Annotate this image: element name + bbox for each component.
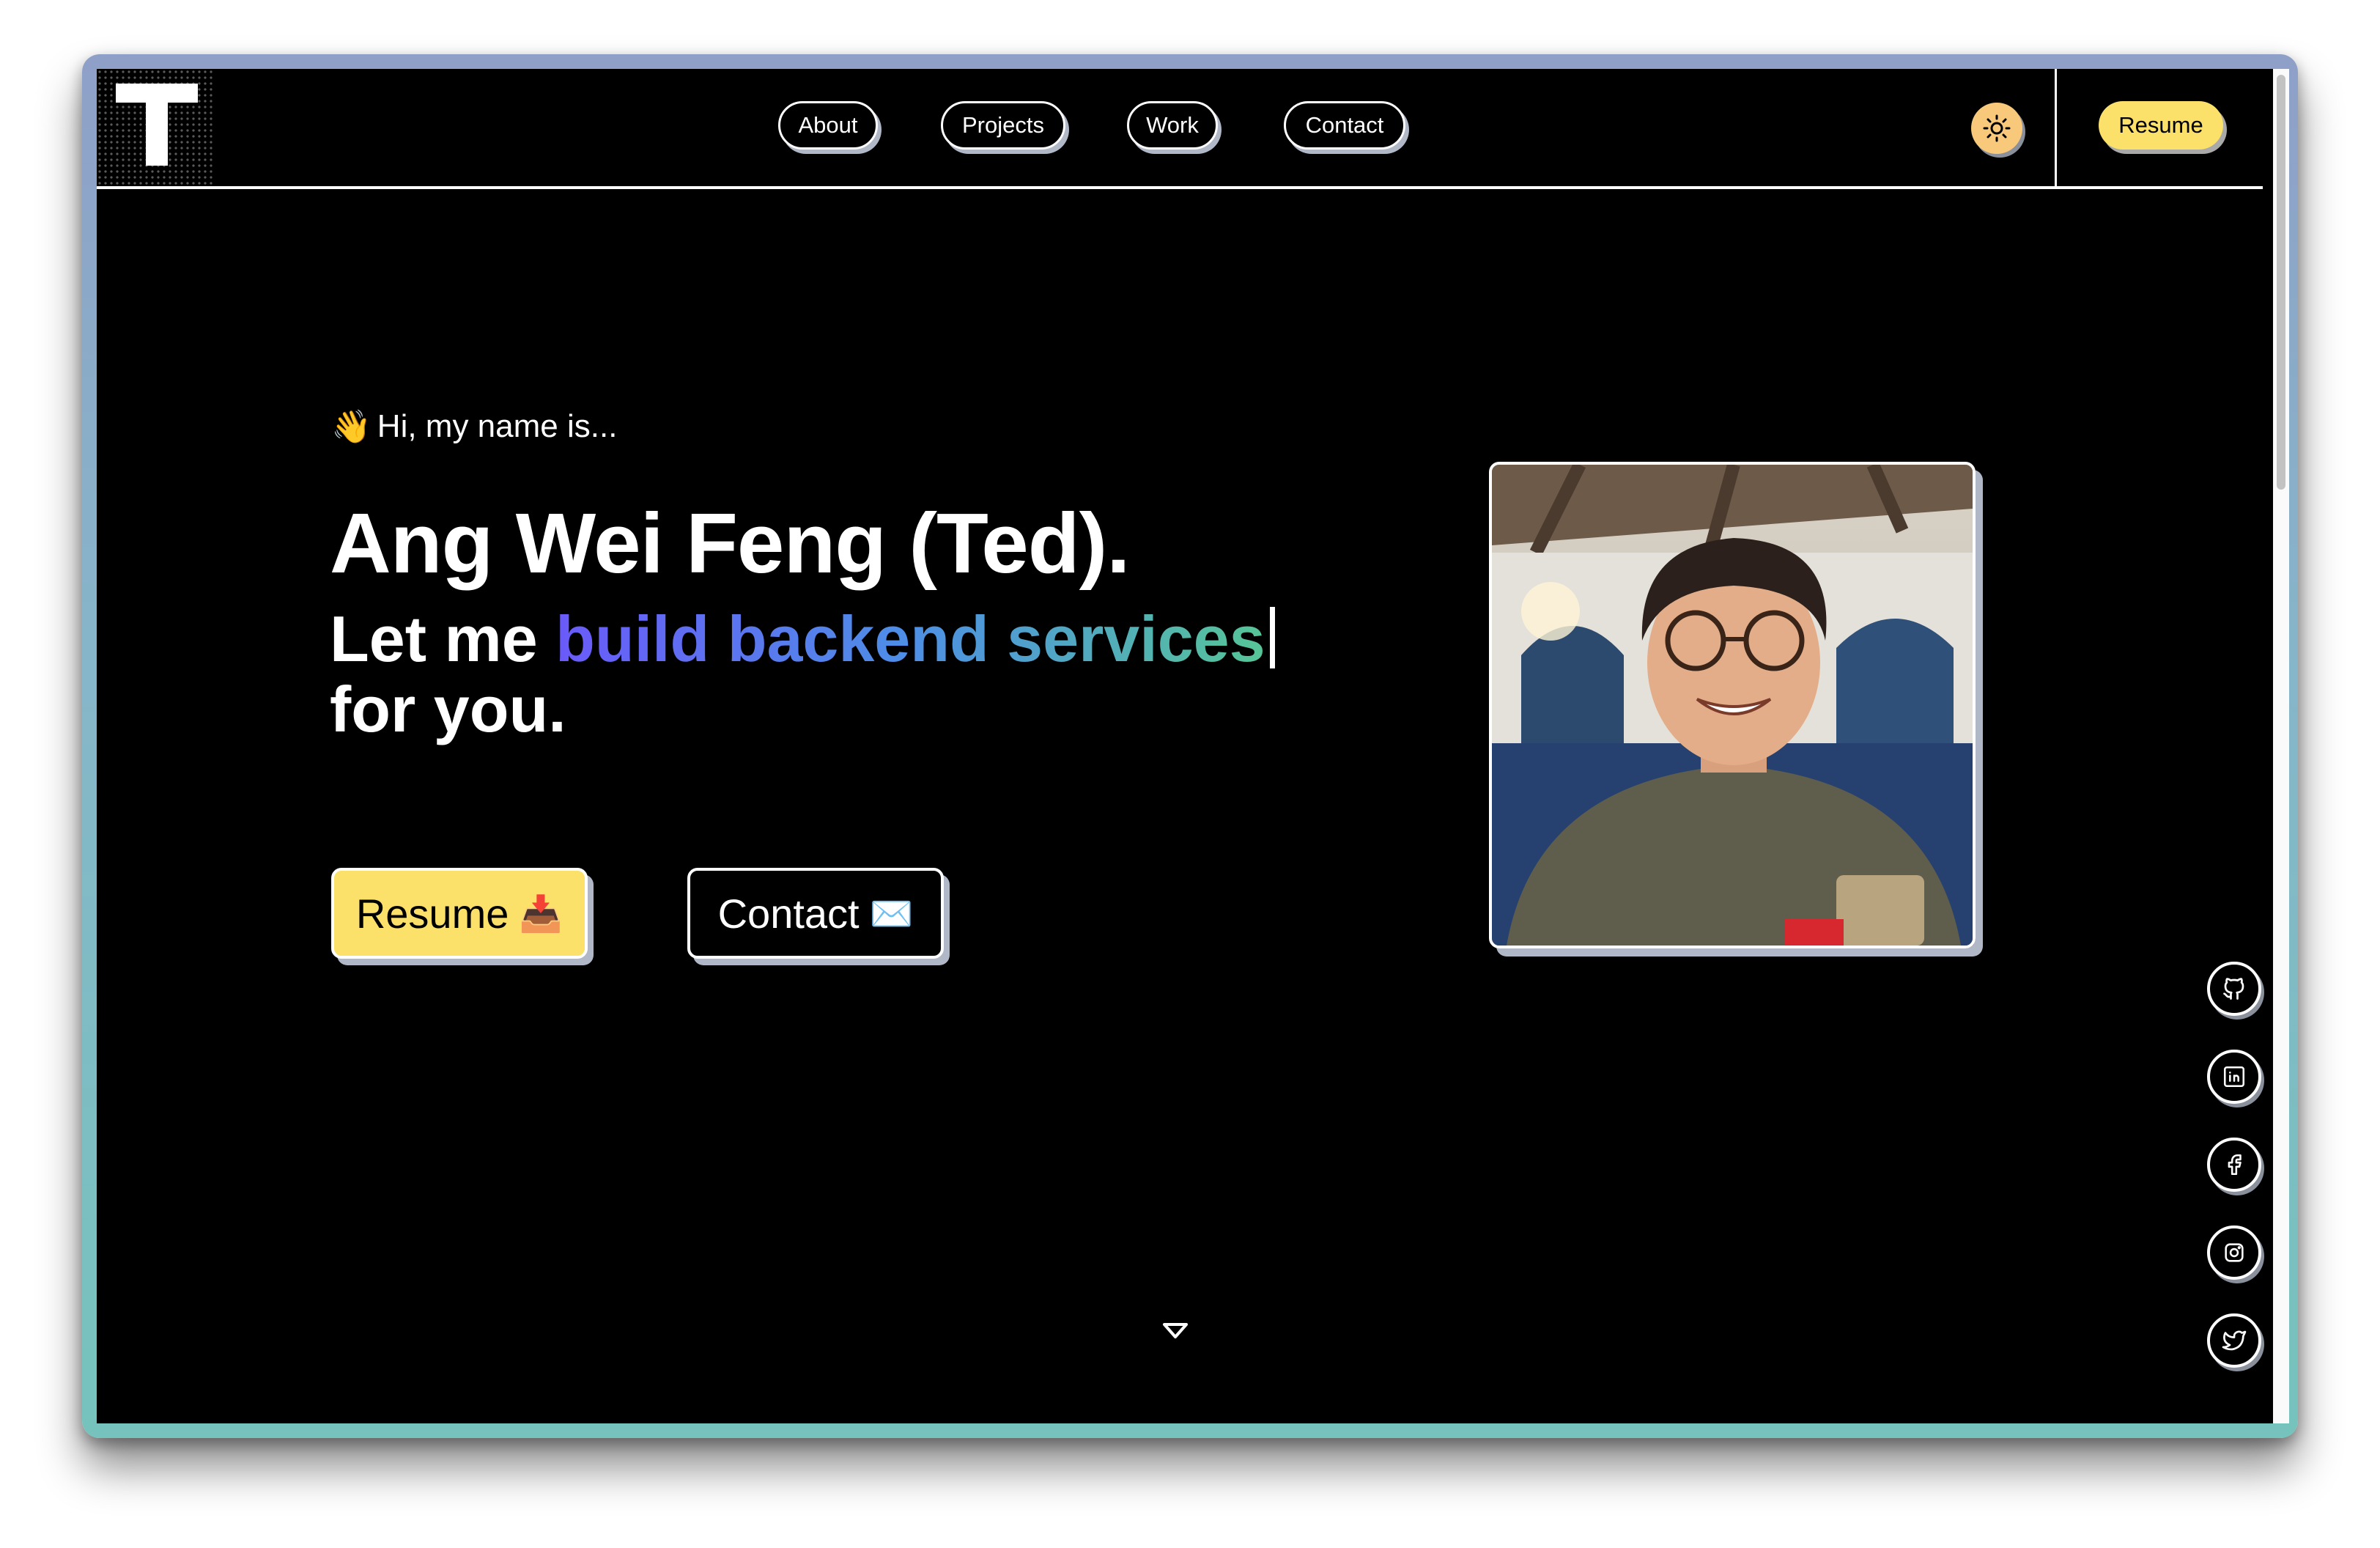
nav-divider xyxy=(2055,69,2057,186)
nav-resume-button[interactable]: Resume xyxy=(2099,101,2223,150)
social-link-twitter[interactable] xyxy=(2207,1313,2261,1368)
greeting-text: Hi, my name is... xyxy=(377,408,618,444)
hero-tagline: Let me build backend services for you. xyxy=(330,604,1429,745)
github-icon xyxy=(2223,978,2244,1000)
social-link-facebook[interactable] xyxy=(2207,1138,2261,1192)
top-navbar: About Projects Work Contact Resume xyxy=(97,69,2263,189)
linkedin-icon xyxy=(2223,1066,2245,1088)
page-scrollbar[interactable] xyxy=(2273,69,2289,1423)
tagline-suffix: for you. xyxy=(330,673,566,745)
hero-name: Ang Wei Feng (Ted). xyxy=(330,495,1130,591)
browser-window: About Projects Work Contact Resume 👋 Hi,… xyxy=(82,54,2298,1438)
theme-toggle-button[interactable] xyxy=(1971,103,2022,154)
nav-link-contact[interactable]: Contact xyxy=(1284,101,1405,150)
contact-button-label: Contact xyxy=(717,890,860,937)
nav-link-work[interactable]: Work xyxy=(1127,101,1218,150)
typing-caret xyxy=(1269,607,1275,668)
inbox-tray-icon: 📥 xyxy=(519,894,563,934)
scroll-down-icon[interactable] xyxy=(1162,1322,1189,1340)
envelope-icon: ✉️ xyxy=(869,894,914,934)
social-link-linkedin[interactable] xyxy=(2207,1050,2261,1104)
hero-contact-button[interactable]: Contact ✉️ xyxy=(687,868,944,959)
instagram-icon xyxy=(2225,1243,2244,1262)
tagline-prefix: Let me xyxy=(330,602,556,675)
nav-link-projects[interactable]: Projects xyxy=(941,101,1065,150)
page-viewport: About Projects Work Contact Resume 👋 Hi,… xyxy=(97,69,2273,1423)
nav-links: About Projects Work Contact xyxy=(97,69,2263,186)
sun-icon xyxy=(1983,114,2011,142)
social-link-instagram[interactable] xyxy=(2207,1226,2261,1280)
hero-greeting: 👋 Hi, my name is... xyxy=(331,408,617,446)
portrait-illustration xyxy=(1492,465,1973,946)
facebook-icon xyxy=(2228,1154,2242,1176)
resume-button-label: Resume xyxy=(355,890,509,937)
waving-hand-icon: 👋 xyxy=(331,409,372,445)
profile-photo xyxy=(1489,462,1976,948)
tagline-highlight: build backend services xyxy=(555,602,1265,675)
social-link-github[interactable] xyxy=(2207,962,2261,1016)
twitter-icon xyxy=(2222,1330,2247,1351)
nav-link-about[interactable]: About xyxy=(778,101,878,150)
scrollbar-thumb[interactable] xyxy=(2277,75,2285,490)
hero-resume-button[interactable]: Resume 📥 xyxy=(331,868,588,959)
